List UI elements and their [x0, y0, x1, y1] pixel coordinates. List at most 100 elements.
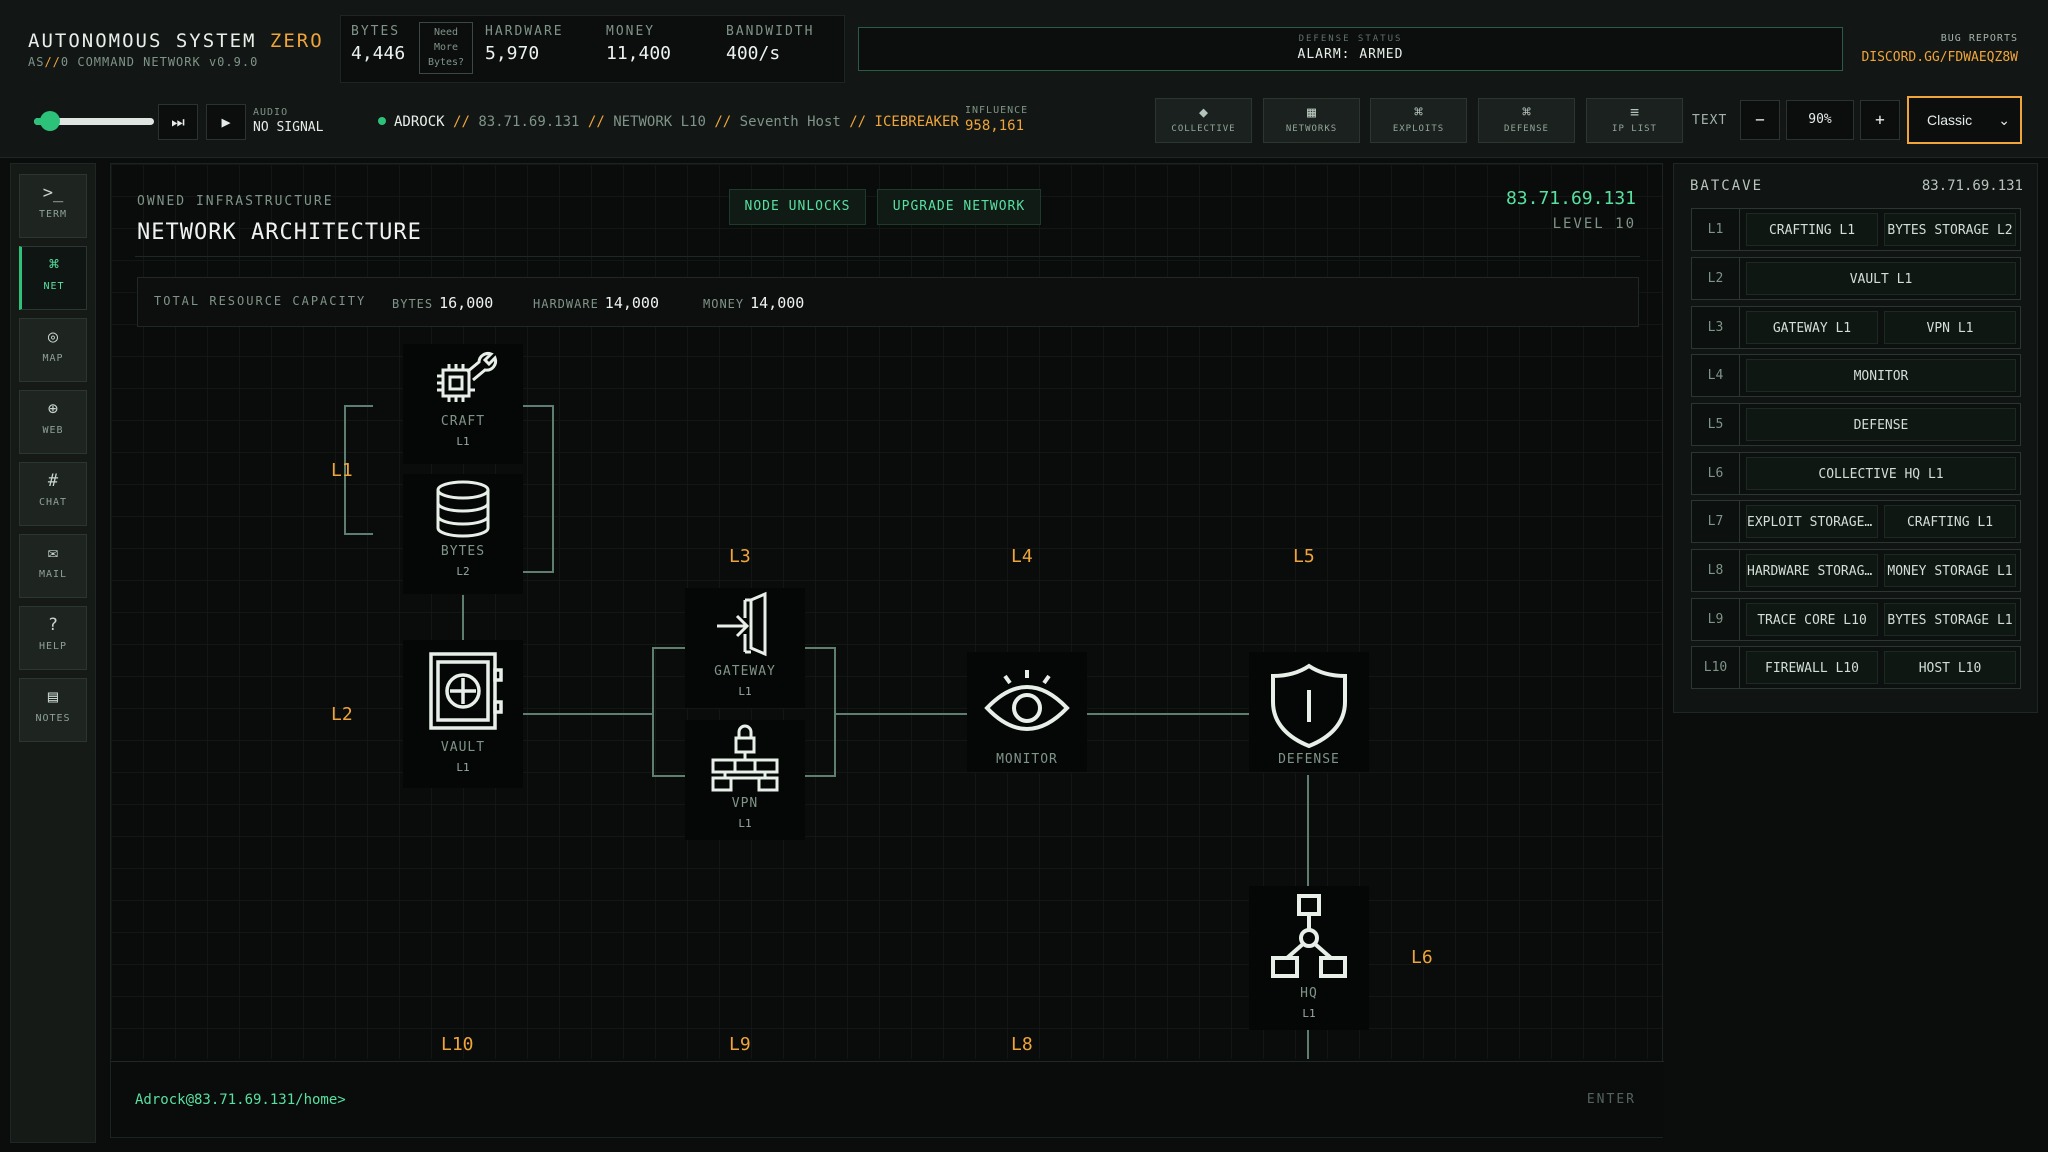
sidebar-label-map: MAP — [42, 353, 64, 364]
node-defense-label: DEFENSE — [1278, 752, 1340, 767]
node-bytes-label: BYTES — [440, 544, 486, 559]
bytes-resource: BYTES 4,446 — [351, 24, 405, 64]
batcave-slot[interactable]: GATEWAY L1 — [1746, 311, 1878, 344]
sidebar-item-notes[interactable]: ▤ NOTES — [19, 678, 87, 742]
batcave-slot[interactable]: BYTES STORAGE L1 — [1884, 603, 2016, 636]
volume-slider-handle[interactable] — [40, 111, 60, 131]
level-label-l8: L8 — [1011, 1034, 1033, 1055]
sidebar-item-mail[interactable]: ✉ MAIL — [19, 534, 87, 598]
enter-button[interactable]: ENTER — [1587, 1092, 1636, 1107]
batcave-level: L1 — [1692, 209, 1740, 250]
sidebar-item-help[interactable]: ? HELP — [19, 606, 87, 670]
skip-button[interactable]: ⏭ — [158, 104, 198, 140]
batcave-slot[interactable]: HARDWARE STORAGE L1 — [1746, 554, 1878, 587]
node-vault[interactable]: VAULT L1 — [403, 640, 523, 788]
batcave-slot[interactable]: MONITOR — [1746, 359, 2016, 392]
node-gateway[interactable]: GATEWAY L1 — [685, 588, 805, 708]
network-icon: ⌘ — [48, 255, 60, 275]
batcave-level: L7 — [1692, 501, 1740, 542]
ip-list-button[interactable]: ≡ IP LIST — [1586, 98, 1683, 143]
text-size-label: TEXT — [1692, 113, 1728, 128]
influence-label: INFLUENCE — [965, 105, 1029, 116]
batcave-row-l5: L5 DEFENSE — [1691, 403, 2021, 446]
top-bar: AUTONOMOUS SYSTEM ZERO AS//0 COMMAND NET… — [0, 0, 2048, 158]
app-title-main: AUTONOMOUS SYSTEM — [28, 30, 257, 52]
sidebar-item-web[interactable]: ⊕ WEB — [19, 390, 87, 454]
batcave-slot[interactable]: VPN L1 — [1884, 311, 2016, 344]
node-hq[interactable]: HQ L1 — [1249, 886, 1369, 1030]
node-craft[interactable]: CRAFT L1 — [403, 344, 523, 464]
batcave-slot[interactable]: TRACE CORE L10 — [1746, 603, 1878, 636]
map-icon: ◎ — [47, 327, 59, 347]
sidebar-item-chat[interactable]: # CHAT — [19, 462, 87, 526]
batcave-slot[interactable]: FIREWALL L10 — [1746, 651, 1878, 684]
exploits-button[interactable]: ⌘ EXPLOITS — [1370, 98, 1467, 143]
sidebar-item-map[interactable]: ◎ MAP — [19, 318, 87, 382]
node-gateway-level: L1 — [738, 685, 752, 698]
batcave-level: L9 — [1692, 599, 1740, 640]
sidebar-label-mail: MAIL — [38, 569, 68, 580]
batcave-row-l2: L2 VAULT L1 — [1691, 257, 2021, 300]
node-bytes[interactable]: BYTES L2 — [403, 474, 523, 594]
node-craft-level: L1 — [456, 435, 470, 448]
batcave-slot[interactable]: HOST L10 — [1884, 651, 2016, 684]
minus-icon: − — [1755, 110, 1765, 129]
ip-list-icon: ≡ — [1629, 103, 1640, 121]
batcave-level: L8 — [1692, 550, 1740, 591]
bug-reports-link[interactable]: DISCORD.GG/FDWAEQZ8W — [1861, 50, 2018, 65]
collective-icon: ◆ — [1198, 103, 1209, 121]
app-subtitle: AS//0 COMMAND NETWORK v0.9.0 — [28, 55, 258, 69]
text-increase-button[interactable]: + — [1860, 100, 1900, 140]
network-connections — [344, 405, 1309, 1059]
bandwidth-label: BANDWIDTH — [726, 24, 815, 39]
sidebar: >_ TERM ⌘ NET ◎ MAP ⊕ WEB # CHAT ✉ MAIL ? HELP … — [10, 163, 96, 1143]
hardware-value: 5,970 — [485, 43, 540, 64]
node-hq-label: HQ — [1300, 986, 1318, 1001]
need-more-line-2: More — [433, 42, 459, 53]
node-defense[interactable]: DEFENSE — [1249, 652, 1369, 772]
command-line[interactable]: Adrock@83.71.69.131/home> ENTER — [111, 1061, 1664, 1137]
theme-select[interactable]: Classic ⌄ — [1907, 96, 2022, 144]
notes-icon: ▤ — [47, 687, 59, 707]
plus-icon: + — [1875, 110, 1885, 129]
batcave-slot[interactable]: MONEY STORAGE L1 — [1884, 554, 2016, 587]
money-label: MONEY — [606, 24, 656, 39]
collective-button[interactable]: ◆ COLLECTIVE — [1155, 98, 1252, 143]
node-vpn[interactable]: VPN L1 — [685, 720, 805, 840]
batcave-slot[interactable]: CRAFTING L1 — [1746, 213, 1878, 246]
batcave-row-l10: L10 FIREWALL L10 HOST L10 — [1691, 646, 2021, 689]
batcave-slot[interactable]: CRAFTING L1 — [1884, 505, 2016, 538]
hardware-label: HARDWARE — [485, 24, 564, 39]
craft-chip-wrench-icon — [437, 352, 498, 402]
batcave-row-l9: L9 TRACE CORE L10 BYTES STORAGE L1 — [1691, 598, 2021, 641]
need-more-bytes-button[interactable]: Need More Bytes? — [419, 22, 473, 74]
level-label-l9: L9 — [729, 1034, 751, 1055]
vpn-lock-network-icon — [711, 724, 779, 792]
audio-label: AUDIO — [253, 107, 289, 118]
batcave-slot[interactable]: DEFENSE — [1746, 408, 2016, 441]
app-title-accent: ZERO — [269, 30, 324, 52]
text-decrease-button[interactable]: − — [1740, 100, 1780, 140]
play-button[interactable]: ▶ — [206, 104, 246, 140]
app-subtitle-slash: // — [44, 55, 61, 69]
node-monitor[interactable]: MONITOR — [967, 652, 1087, 772]
host-sep-4: // — [849, 114, 867, 130]
defense-status-value: ALARM: ARMED — [1297, 47, 1404, 62]
sidebar-item-net[interactable]: ⌘ NET — [19, 246, 87, 310]
batcave-slot[interactable]: BYTES STORAGE L2 — [1884, 213, 2016, 246]
sidebar-item-term[interactable]: >_ TERM — [19, 174, 87, 238]
level-label-l6: L6 — [1411, 947, 1433, 968]
command-prompt[interactable]: Adrock@83.71.69.131/home> — [135, 1092, 346, 1108]
host-user: ADROCK — [394, 114, 445, 130]
level-label-l2: L2 — [331, 704, 353, 725]
batcave-slot[interactable]: EXPLOIT STORAGE L1 — [1746, 505, 1878, 538]
defense-button[interactable]: ⌘ DEFENSE — [1478, 98, 1575, 143]
networks-button[interactable]: ▦ NETWORKS — [1263, 98, 1360, 143]
influence-value: 958,161 — [965, 118, 1025, 134]
skip-icon: ⏭ — [171, 113, 185, 131]
batcave-slot[interactable]: COLLECTIVE HQ L1 — [1746, 457, 2016, 490]
web-icon: ⊕ — [47, 399, 59, 419]
host-sep-3: // — [714, 114, 732, 130]
bandwidth-resource: BANDWIDTH 400/s — [726, 24, 814, 64]
batcave-slot[interactable]: VAULT L1 — [1746, 262, 2016, 295]
